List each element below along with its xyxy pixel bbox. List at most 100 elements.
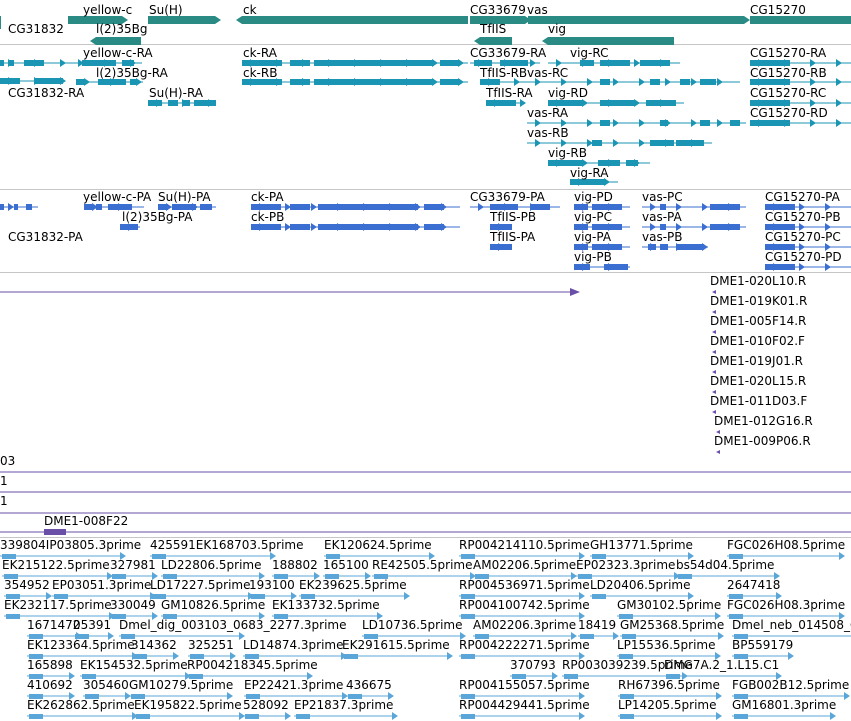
transcript-label[interactable]: vas-PC [642,191,683,204]
est-label[interactable]: 436675 [346,679,392,692]
est-label[interactable]: GH13771.5prime [590,539,693,552]
est-label[interactable]: FGC026H08.5prime [727,539,845,552]
exon-block[interactable] [600,79,610,85]
clone-label[interactable]: DME1-009P06.R [714,435,811,448]
transcript-label[interactable]: TfIIS-PA [490,231,535,244]
est-label[interactable]: EP21837.3prime [294,699,393,712]
transcript-label[interactable]: CG33679-RA [470,47,546,60]
est-label[interactable]: EK215122.5prime [2,559,110,572]
exon-block[interactable] [765,264,795,270]
est-label[interactable]: EK232117.5prime [4,599,112,612]
transcript-label[interactable]: CG15270-RB [750,67,827,80]
exon-block[interactable] [76,79,84,85]
est-block[interactable] [461,714,475,719]
clone-label[interactable]: DME1-008F22 [44,515,128,528]
gene-label[interactable]: ck [243,4,257,17]
transcript-label[interactable]: CG15270-PB [765,211,841,224]
est-label[interactable]: FGC026H08.3prime [727,599,845,612]
transcript-label[interactable]: CG31832-PA [8,231,83,244]
exon-block[interactable] [84,204,92,210]
exon-block[interactable] [730,120,740,126]
est-label[interactable]: 05391 [73,619,111,632]
exon-block[interactable] [251,224,281,230]
gene-label[interactable]: l(2)35Bg [96,23,147,36]
est-block[interactable] [734,714,748,719]
clone-label[interactable]: DME1-011D03.F [710,395,807,408]
transcript-label[interactable]: l(2)35Bg-PA [122,211,192,224]
transcript-label[interactable]: l(2)35Bg-RA [96,67,168,80]
gene-label[interactable]: vig [548,23,566,36]
gene-label[interactable]: vas [527,4,548,17]
est-label[interactable]: 2647418 [727,579,780,592]
est-label[interactable]: 528092 [243,699,289,712]
clone-label[interactable]: DME1-019K01.R [710,295,807,308]
est-label[interactable]: EK195822.5prime [134,699,242,712]
exon-block[interactable] [168,100,178,106]
est-label[interactable]: AM02206.5prime [473,559,576,572]
transcript-label[interactable]: vig-PC [574,211,612,224]
est-block[interactable] [592,594,606,599]
clone-label[interactable]: DME1-020L10.R [710,275,806,288]
transcript-label[interactable]: TfIIS-PB [490,211,536,224]
exon-block[interactable] [600,60,630,66]
est-label[interactable]: 330049 [110,599,156,612]
est-block[interactable] [620,714,634,719]
exon-block[interactable] [604,264,628,270]
est-block[interactable] [245,714,259,719]
transcript-label[interactable]: vig-RA [570,167,608,180]
transcript-label[interactable]: vig-PB [574,251,612,264]
est-label[interactable]: 425591EK168703.5prime [150,539,303,552]
transcript-label[interactable]: Su(H)-RA [149,87,203,100]
transcript-label[interactable]: CG33679-PA [470,191,545,204]
clone-label[interactable]: DME1-010F02.F [710,335,805,348]
transcript-label[interactable]: ck-PA [251,191,284,204]
est-label[interactable]: EK133732.5prime [272,599,380,612]
est-label[interactable]: LD10736.5prime [362,619,463,632]
est-label[interactable]: 165898 [27,659,73,672]
est-label[interactable]: LD14874.3prime [243,639,344,652]
est-label[interactable]: EK239625.5prime [299,579,407,592]
gene-bar[interactable] [548,37,674,45]
exon-block[interactable] [700,79,716,85]
exon-block[interactable] [440,79,460,85]
est-block[interactable] [344,654,358,659]
exon-block[interactable] [600,120,610,126]
est-label[interactable]: 18419 [578,619,616,632]
transcript-label[interactable]: CG15270-PC [765,231,841,244]
clone-label[interactable]: DME1-019J01.R [710,355,803,368]
clone-label[interactable]: 1 [0,475,8,488]
est-label[interactable]: Dmel_dig_003103_0683_2277.3prime [119,619,347,632]
clone-label[interactable]: DME1-020L15.R [710,375,806,388]
gene-bar[interactable] [242,16,468,24]
est-label[interactable]: RH67396.5prime [618,679,720,692]
est-label[interactable]: 354952 [4,579,50,592]
est-label[interactable]: EK154532.5prime [80,659,188,672]
est-label[interactable]: GM10279.5prime [129,679,233,692]
exon-block[interactable] [290,204,310,210]
est-label[interactable]: RP004100742.5prime [459,599,590,612]
transcript-label[interactable]: vas-RB [527,127,569,140]
clone-label[interactable]: DME1-005F14.R [710,315,806,328]
transcript-label[interactable]: vig-PD [574,191,613,204]
est-label[interactable]: EP02323.3prime [576,559,675,572]
gene-bar[interactable] [750,16,851,24]
gene-label[interactable]: CG31832 [8,23,64,36]
est-label[interactable]: EK291615.5prime [342,639,450,652]
transcript-label[interactable]: TfIIS-RB [480,67,527,80]
est-label[interactable]: EP03051.3prime [52,579,151,592]
est-label[interactable]: 314362 [131,639,177,652]
transcript-label[interactable]: vas-RA [527,107,568,120]
transcript-label[interactable]: TfIIS-RA [486,87,533,100]
clone-block[interactable] [44,529,66,535]
exon-block[interactable] [200,204,212,210]
transcript-label[interactable]: yellow-c-RA [83,47,153,60]
exon-block[interactable] [0,204,4,210]
exon-block[interactable] [0,60,4,66]
transcript-label[interactable]: CG15270-PD [765,251,842,264]
transcript-label[interactable]: CG31832-RA [8,87,84,100]
transcript-label[interactable]: vas-RC [527,67,568,80]
transcript-label[interactable]: CG15270-RD [750,107,828,120]
exon-block[interactable] [592,140,602,146]
est-label[interactable]: RP004214110.5prime [459,539,590,552]
est-label[interactable]: LD22806.5prime [161,559,262,572]
